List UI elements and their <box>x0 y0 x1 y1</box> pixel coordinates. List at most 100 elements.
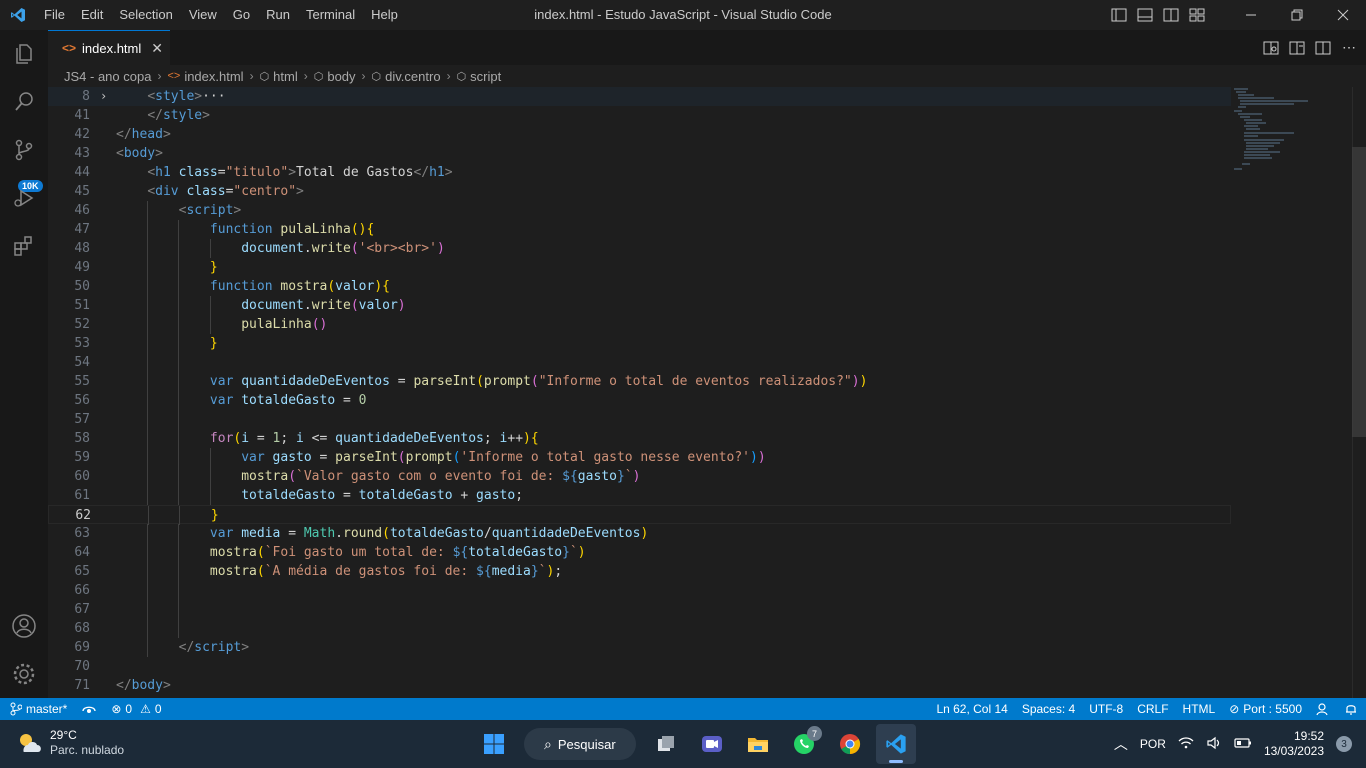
branch-indicator[interactable]: master* <box>10 702 67 716</box>
close-icon[interactable] <box>1320 0 1366 30</box>
breadcrumb-file[interactable]: <> index.html <box>167 69 243 84</box>
vscode-taskbar-icon[interactable] <box>876 724 916 764</box>
code-line[interactable]: 49 } <box>48 258 1231 277</box>
code-line[interactable]: 46 <script> <box>48 201 1231 220</box>
menu-go[interactable]: Go <box>225 0 258 30</box>
compare-changes-icon[interactable] <box>1288 39 1306 57</box>
code-line[interactable]: 44 <h1 class="titulo">Total de Gastos</h… <box>48 163 1231 182</box>
breadcrumb-html[interactable]: ⬡ html <box>260 69 298 84</box>
menu-file[interactable]: File <box>36 0 73 30</box>
code-line[interactable]: 56 var totaldeGasto = 0 <box>48 391 1231 410</box>
cursor-position[interactable]: Ln 62, Col 14 <box>936 702 1007 716</box>
keyboard-language[interactable]: POR <box>1140 737 1166 751</box>
taskbar-clock[interactable]: 19:52 13/03/2023 <box>1264 729 1324 759</box>
menu-terminal[interactable]: Terminal <box>298 0 363 30</box>
breadcrumb-script[interactable]: ⬡ script <box>457 69 502 84</box>
show-hidden-icons-chevron-icon[interactable]: ︿ <box>1114 734 1128 754</box>
code-line[interactable]: 71 </body> <box>48 676 1231 695</box>
code-line[interactable]: 54 <box>48 353 1231 372</box>
notification-count-badge[interactable]: 3 <box>1336 736 1352 752</box>
menu-edit[interactable]: Edit <box>73 0 111 30</box>
code-token: > <box>241 640 250 655</box>
explorer-icon[interactable] <box>0 30 48 78</box>
code-line[interactable]: 43 <body> <box>48 144 1231 163</box>
language-mode[interactable]: HTML <box>1183 702 1216 716</box>
code-editor[interactable]: 8 › <style>··· 41 </style> 42 </head> 43 <body… <box>48 87 1366 698</box>
windows-start-icon[interactable] <box>474 724 514 764</box>
more-actions-icon[interactable]: ⋯ <box>1340 39 1358 57</box>
tab-close-icon[interactable]: ✕ <box>151 40 163 57</box>
battery-icon[interactable] <box>1234 737 1252 752</box>
toggle-panel-icon[interactable] <box>1132 0 1158 30</box>
code-line[interactable]: 42 </head> <box>48 125 1231 144</box>
code-line[interactable]: 61 totaldeGasto = totaldeGasto + gasto; <box>48 486 1231 505</box>
vertical-scrollbar[interactable] <box>1352 87 1366 698</box>
code-line[interactable]: 8 › <style>··· <box>48 87 1231 106</box>
scrollbar-thumb[interactable] <box>1352 147 1366 437</box>
search-icon[interactable] <box>0 78 48 126</box>
live-server-port[interactable]: ⊘ Port : 5500 <box>1229 702 1302 716</box>
code-line[interactable]: 65 mostra(`A média de gastos foi de: ${m… <box>48 562 1231 581</box>
code-line[interactable]: 55 var quantidadeDeEventos = parseInt(pr… <box>48 372 1231 391</box>
menu-run[interactable]: Run <box>258 0 298 30</box>
chrome-icon[interactable] <box>830 724 870 764</box>
code-line[interactable]: 41 </style> <box>48 106 1231 125</box>
code-line[interactable]: 59 var gasto = parseInt(prompt('Informe … <box>48 448 1231 467</box>
code-line[interactable]: 60 mostra(`Valor gasto com o evento foi … <box>48 467 1231 486</box>
task-view-icon[interactable] <box>646 724 686 764</box>
code-line[interactable]: 64 mostra(`Foi gasto um total de: ${tota… <box>48 543 1231 562</box>
split-editor-icon[interactable] <box>1314 39 1332 57</box>
indentation[interactable]: Spaces: 4 <box>1022 702 1075 716</box>
code-line[interactable]: 62 } <box>48 505 1231 525</box>
volume-icon[interactable] <box>1206 736 1222 753</box>
code-line[interactable]: 48 document.write('<br><br>') <box>48 239 1231 258</box>
code-line[interactable]: 68 <box>48 619 1231 638</box>
notifications-bell-icon[interactable] <box>1344 702 1358 716</box>
breadcrumb-body[interactable]: ⬡ body <box>314 69 356 84</box>
end-of-line[interactable]: CRLF <box>1137 702 1168 716</box>
breadcrumb-folder[interactable]: JS4 - ano copa <box>64 69 151 84</box>
code-line[interactable]: 50 function mostra(valor){ <box>48 277 1231 296</box>
account-icon[interactable] <box>0 602 48 650</box>
menu-help[interactable]: Help <box>363 0 406 30</box>
sync-icon[interactable] <box>81 703 97 715</box>
menu-selection[interactable]: Selection <box>111 0 180 30</box>
fold-chevron-icon[interactable]: › <box>100 87 107 106</box>
source-control-icon[interactable] <box>0 126 48 174</box>
customize-layout-icon[interactable] <box>1184 0 1210 30</box>
code-line[interactable]: 45 <div class="centro"> <box>48 182 1231 201</box>
minimize-icon[interactable] <box>1228 0 1274 30</box>
file-explorer-icon[interactable] <box>738 724 778 764</box>
wifi-icon[interactable] <box>1178 736 1194 753</box>
settings-gear-icon[interactable] <box>0 650 48 698</box>
code-line[interactable]: 47 function pulaLinha(){ <box>48 220 1231 239</box>
code-line[interactable]: 53 } <box>48 334 1231 353</box>
tab-index-html[interactable]: <> index.html ✕ <box>48 30 170 65</box>
code-line[interactable]: 70 <box>48 657 1231 676</box>
teams-meet-icon[interactable] <box>692 724 732 764</box>
feedback-icon[interactable] <box>1316 702 1330 716</box>
extensions-icon[interactable] <box>0 222 48 270</box>
code-line[interactable]: 58 for(i = 1; i <= quantidadeDeEventos; … <box>48 429 1231 448</box>
weather-widget[interactable]: 29°C Parc. nublado <box>16 728 124 758</box>
restore-icon[interactable] <box>1274 0 1320 30</box>
code-line[interactable]: 63 var media = Math.round(totaldeGasto/q… <box>48 524 1231 543</box>
run-debug-icon[interactable] <box>0 174 48 222</box>
whatsapp-icon[interactable]: 7 <box>784 724 824 764</box>
toggle-primary-sidebar-icon[interactable] <box>1106 0 1132 30</box>
code-line[interactable]: 51 document.write(valor) <box>48 296 1231 315</box>
code-line[interactable]: 67 <box>48 600 1231 619</box>
open-preview-icon[interactable] <box>1262 39 1280 57</box>
encoding[interactable]: UTF-8 <box>1089 702 1123 716</box>
breadcrumb-div[interactable]: ⬡ div.centro <box>372 69 441 84</box>
code-line[interactable]: 52 pulaLinha() <box>48 315 1231 334</box>
problems-indicator[interactable]: ⊗ 0 ⚠ 0 <box>111 702 161 716</box>
toggle-secondary-sidebar-icon[interactable] <box>1158 0 1184 30</box>
taskbar-search[interactable]: ⌕ Pesquisar <box>524 728 636 760</box>
menu-view[interactable]: View <box>181 0 225 30</box>
code-line[interactable]: 57 <box>48 410 1231 429</box>
code-line[interactable]: 69 </script> <box>48 638 1231 657</box>
code-line[interactable]: 66 <box>48 581 1231 600</box>
minimap[interactable] <box>1234 87 1354 698</box>
